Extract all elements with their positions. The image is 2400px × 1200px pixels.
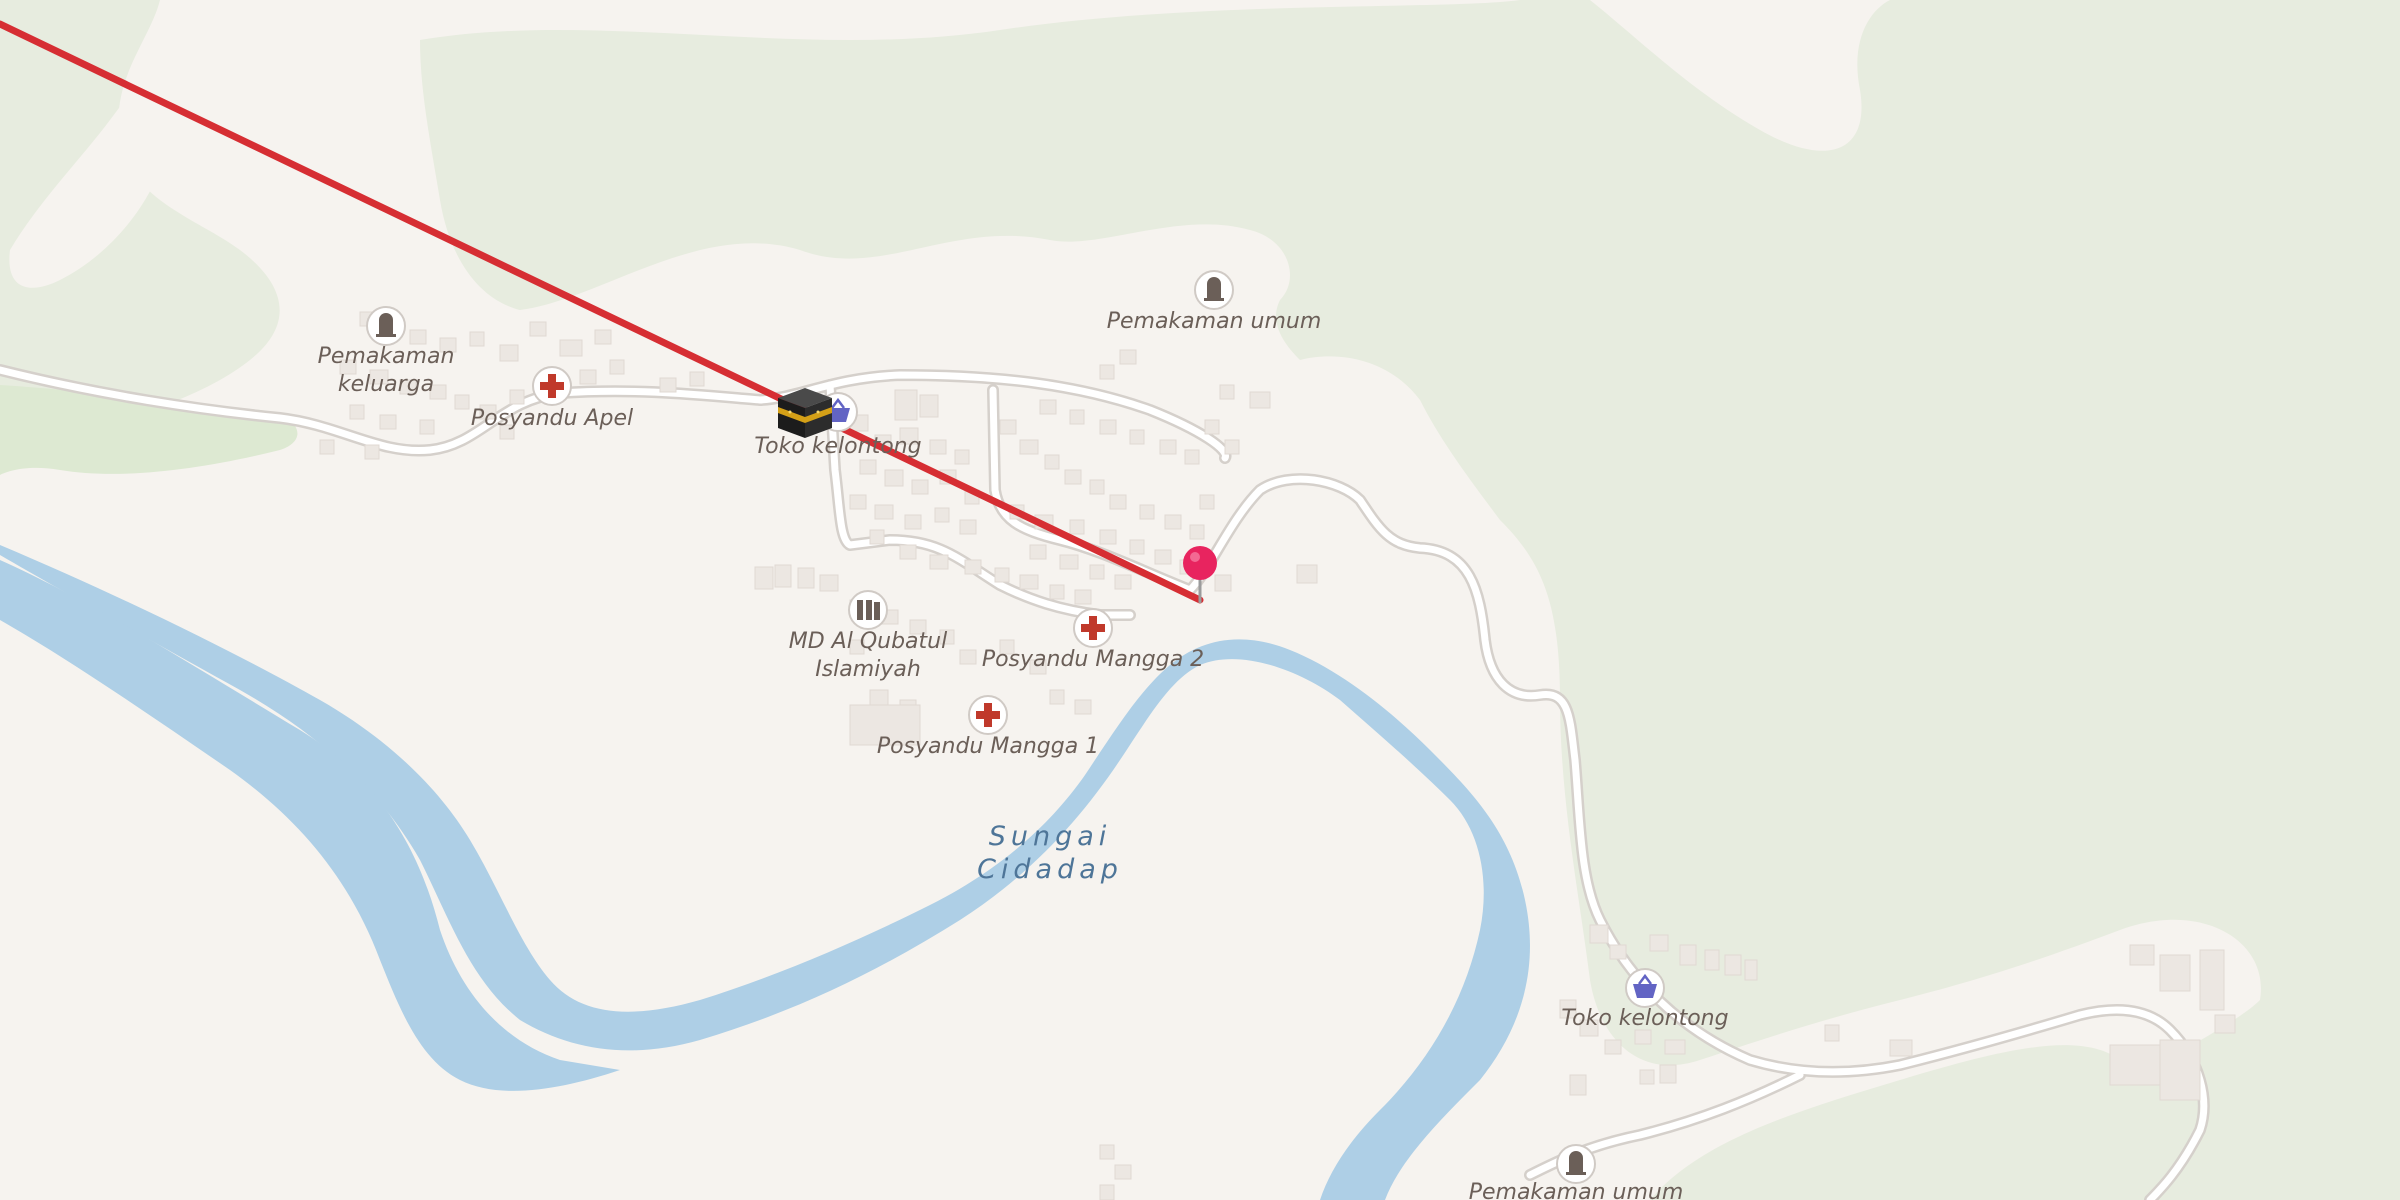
poi-label: keluarga — [338, 372, 434, 397]
water-label-line2: Cidadap — [977, 854, 1123, 885]
poi-label: Posyandu Mangga 2 — [982, 647, 1204, 672]
kaaba-icon[interactable] — [778, 388, 832, 438]
water-label-line1: Sungai — [989, 821, 1112, 852]
poi-label: Pemakaman umum — [1469, 1180, 1684, 1200]
poi-label: Posyandu Apel — [471, 406, 633, 431]
poi-label: MD Al Qubatul — [789, 629, 947, 654]
poi-label: Toko kelontong — [754, 434, 921, 459]
poi-label: Posyandu Mangga 1 — [877, 734, 1099, 759]
poi-label: Islamiyah — [815, 657, 921, 682]
map-canvas[interactable]: Sungai Cidadap Pemakaman keluarga Posyan… — [0, 0, 2400, 1200]
poi-label: Pemakaman — [318, 344, 455, 369]
poi-label: Toko kelontong — [1561, 1006, 1728, 1031]
school-icon — [857, 600, 880, 620]
poi-label: Pemakaman umum — [1107, 309, 1322, 334]
